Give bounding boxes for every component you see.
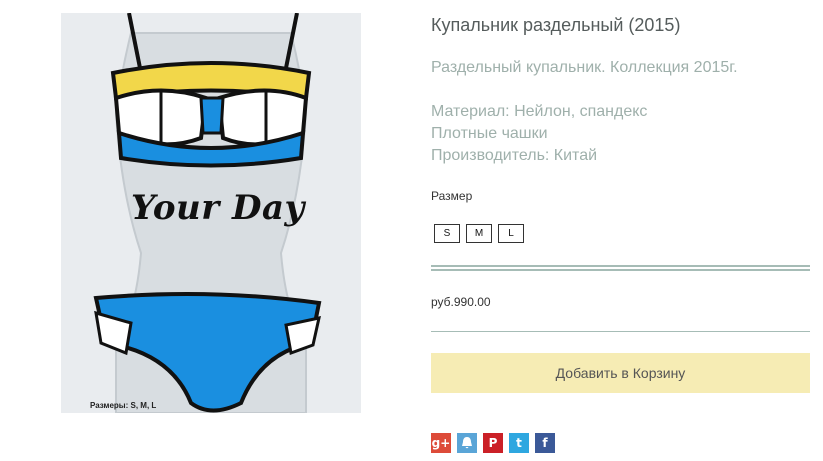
size-option-s[interactable]: S bbox=[434, 224, 460, 243]
description-line: Раздельный купальник. Коллекция 2015г. bbox=[431, 59, 738, 76]
description-line: Производитель: Китай bbox=[431, 147, 598, 164]
size-option-l[interactable]: L bbox=[498, 224, 524, 243]
facebook-icon[interactable]: f bbox=[535, 433, 555, 453]
description-line: Плотные чашки bbox=[431, 125, 548, 142]
image-caption: Размеры: S, M, L bbox=[90, 401, 157, 410]
add-to-cart-button[interactable]: Добавить в Корзину bbox=[431, 353, 810, 393]
bell-glyph-icon bbox=[462, 437, 472, 449]
pinterest-icon[interactable]: P bbox=[483, 433, 503, 453]
product-image[interactable]: Your Day Размеры: S, M, L bbox=[61, 13, 361, 413]
price: руб.990.00 bbox=[431, 295, 491, 309]
google-plus-icon[interactable]: g+ bbox=[431, 433, 451, 453]
product-title: Купальник раздельный (2015) bbox=[431, 15, 681, 35]
size-options: S M L bbox=[434, 224, 524, 243]
divider bbox=[431, 331, 810, 332]
description-line: Материал: Нейлон, спандекс bbox=[431, 103, 648, 120]
divider bbox=[431, 265, 810, 271]
watermark-text: Your Day bbox=[131, 188, 305, 228]
twitter-icon[interactable]: t bbox=[509, 433, 529, 453]
share-buttons: g+ P t f bbox=[431, 433, 555, 453]
bell-icon[interactable] bbox=[457, 433, 477, 453]
size-option-m[interactable]: M bbox=[466, 224, 492, 243]
size-label: Размер bbox=[431, 189, 473, 203]
